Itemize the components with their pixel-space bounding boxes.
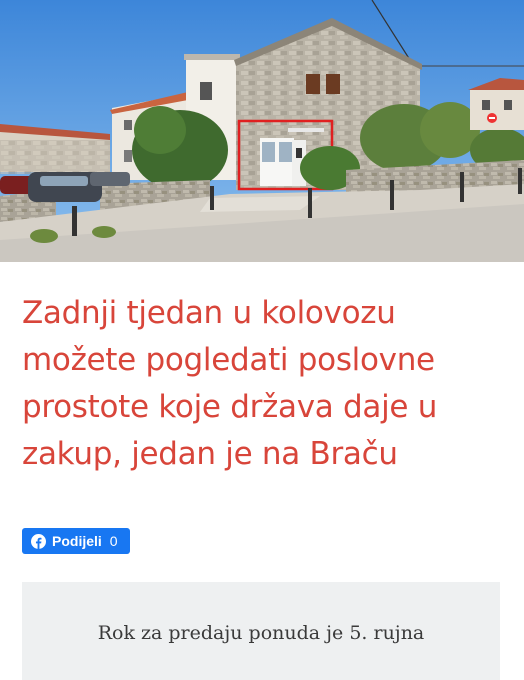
article-hero-image <box>0 0 524 262</box>
facebook-share-button[interactable]: Podijeli 0 <box>22 528 130 554</box>
article-lead-box: Rok za predaju ponuda je 5. rujna <box>22 582 500 680</box>
share-label: Podijeli <box>52 533 102 549</box>
article-headline: Zadnji tjedan u kolovozu možete pogledat… <box>22 295 438 472</box>
article-lead: Rok za predaju ponuda je 5. rujna <box>97 622 425 644</box>
facebook-icon <box>31 533 46 549</box>
share-count: 0 <box>109 533 118 549</box>
